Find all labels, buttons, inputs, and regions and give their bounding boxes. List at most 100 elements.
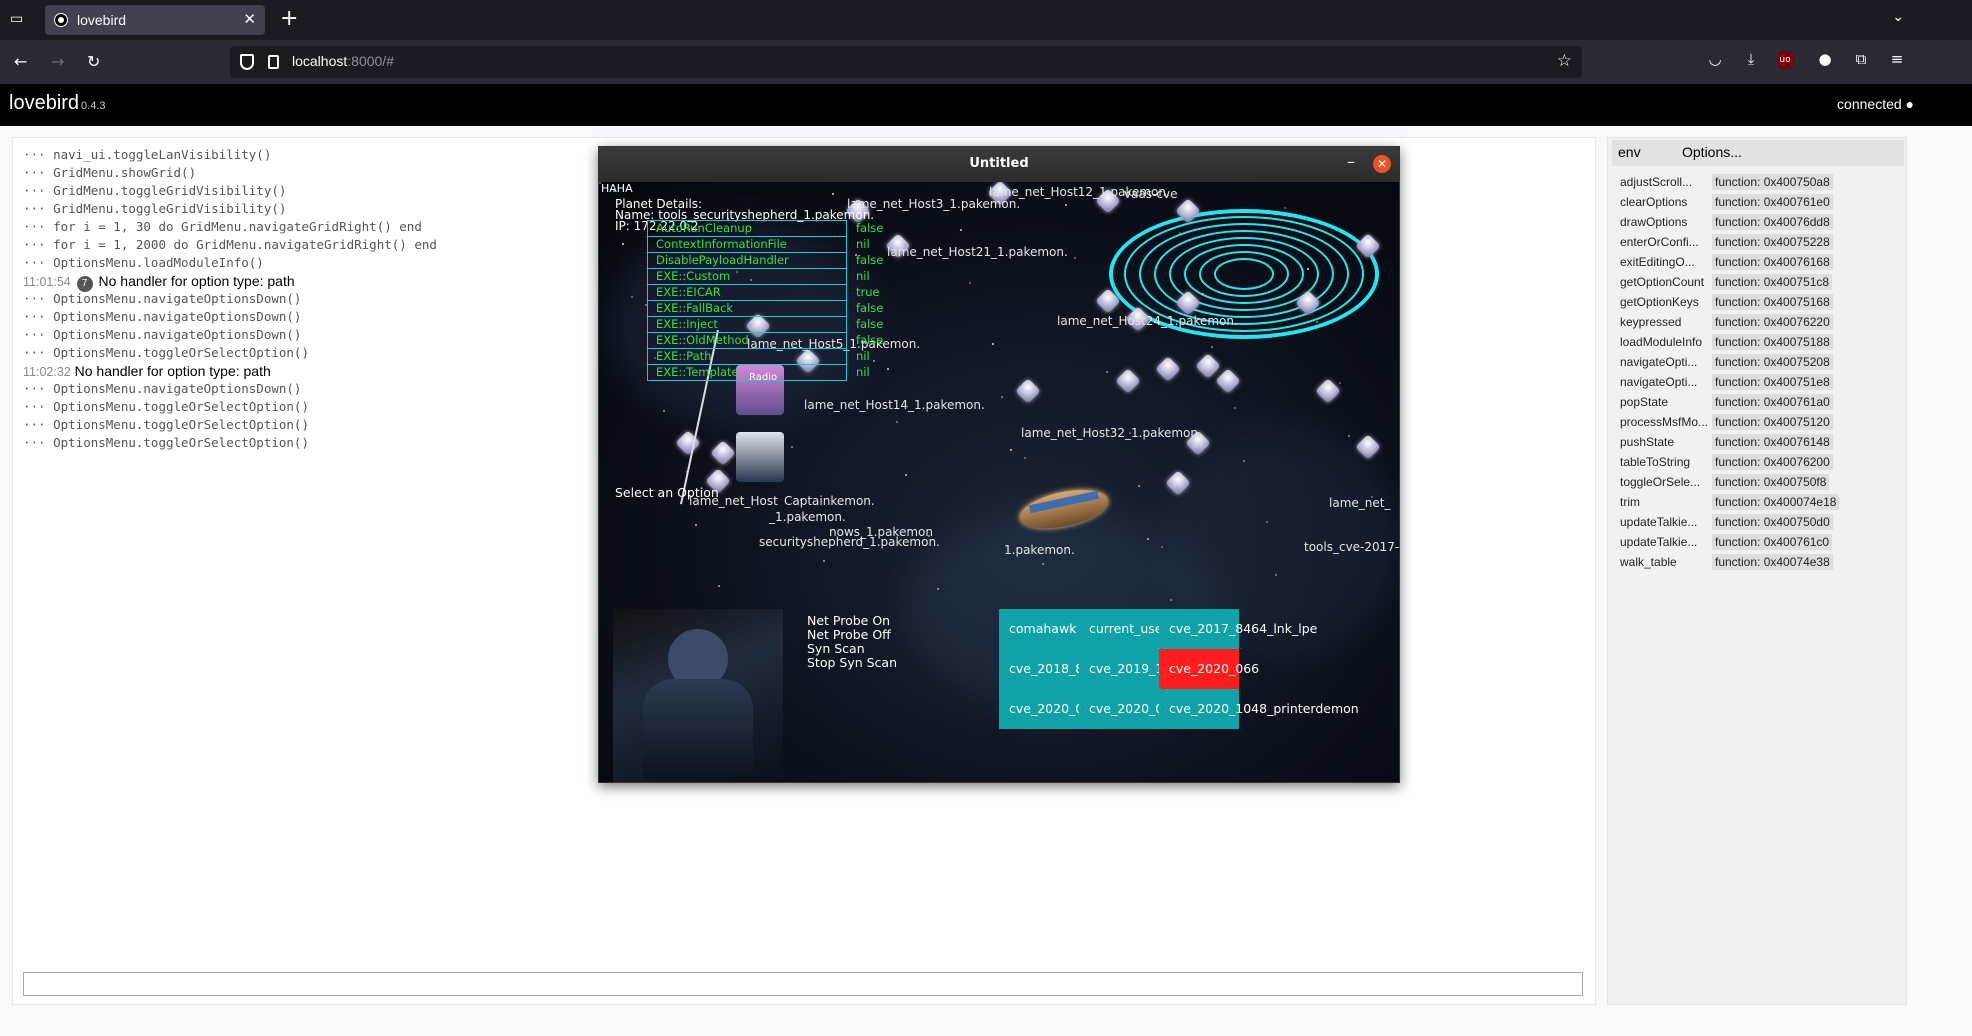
host-label[interactable]: tools_cve-2017- — [1304, 540, 1399, 554]
back-icon[interactable]: ← — [14, 52, 27, 71]
reload-icon[interactable]: ↻ — [87, 52, 100, 71]
minimize-icon[interactable]: – — [1347, 152, 1355, 171]
module-option[interactable]: EXE::Inject — [647, 316, 847, 333]
extension-avatar-icon[interactable]: ● — [1815, 50, 1835, 70]
planet-icon[interactable] — [1315, 378, 1341, 404]
module-option[interactable]: EXE::Path — [647, 348, 847, 365]
env-value[interactable]: function: 0x40076220 — [1712, 314, 1833, 330]
env-value[interactable]: function: 0x40075188 — [1712, 334, 1833, 350]
module-option[interactable]: EXE::OldMethod — [647, 332, 847, 349]
env-value[interactable]: function: 0x400750d0 — [1712, 514, 1833, 530]
planet-icon[interactable] — [1115, 368, 1141, 394]
env-row[interactable]: tableToString function: 0x40076200 — [1620, 453, 1900, 473]
probe-item[interactable]: Net Probe On — [807, 614, 897, 628]
planet-icon[interactable] — [1015, 378, 1041, 404]
env-row[interactable]: trim function: 0x400074e18 — [1620, 493, 1900, 513]
env-value[interactable]: function: 0x40074e38 — [1712, 554, 1833, 570]
module-option[interactable]: EXE::EICAR — [647, 284, 847, 301]
grid-cell[interactable]: cve_2020_1048_printerdemon — [1159, 689, 1359, 729]
env-value[interactable]: function: 0x40076148 — [1712, 434, 1833, 450]
module-option[interactable]: DisablePayloadHandler — [647, 252, 847, 269]
host-label[interactable]: lame_net_Host21_1.pakemon. — [887, 245, 1068, 259]
probe-item[interactable]: Stop Syn Scan — [807, 656, 897, 670]
close-window-icon[interactable]: ✕ — [1373, 155, 1391, 173]
host-label[interactable]: 1.pakemon. — [1004, 543, 1075, 557]
env-row[interactable]: toggleOrSele... function: 0x400750f8 — [1620, 473, 1900, 493]
host-label[interactable]: lame_net_Host32_1.pakemon. — [1021, 426, 1202, 440]
env-row[interactable]: keypressed function: 0x40076220 — [1620, 313, 1900, 333]
env-row[interactable]: updateTalkie... function: 0x400750d0 — [1620, 513, 1900, 533]
planet-icon[interactable] — [1195, 353, 1221, 379]
env-row[interactable]: navigateOpti... function: 0x40075208 — [1620, 353, 1900, 373]
env-value[interactable]: function: 0x40076168 — [1712, 254, 1833, 270]
env-value[interactable]: function: 0x400751c8 — [1712, 274, 1833, 290]
bookmark-star-icon[interactable]: ☆ — [1557, 51, 1572, 71]
grid-cell[interactable]: cve_2017_8464_lnk_lpe — [1159, 609, 1317, 649]
env-row[interactable]: walk_table function: 0x40074e38 — [1620, 553, 1900, 573]
game-canvas[interactable]: lame_net_Host3_1.pakemon. lame_net_Host1… — [599, 182, 1399, 782]
env-row[interactable]: enterOrConfi... function: 0x40075228 — [1620, 233, 1900, 253]
env-row[interactable]: clearOptions function: 0x400761e0 — [1620, 193, 1900, 213]
chevron-down-icon[interactable]: ⌄ — [1892, 9, 1904, 25]
grid-cell[interactable]: cve_2020_0796 — [1079, 689, 1187, 729]
spaceship[interactable] — [1004, 482, 1114, 537]
planet-icon[interactable] — [675, 430, 701, 456]
env-value[interactable]: function: 0x40075120 — [1712, 414, 1833, 430]
grid-cell[interactable]: cve_2019_145 — [1079, 649, 1179, 689]
module-option[interactable]: ContextInformationFile — [647, 236, 847, 253]
pocket-icon[interactable]: ◡ — [1705, 50, 1725, 70]
forward-icon[interactable]: → — [51, 52, 64, 71]
host-label[interactable]: securityshepherd_1.pakemon. — [759, 535, 940, 549]
page-icon[interactable] — [268, 55, 279, 69]
new-tab-icon[interactable]: + — [280, 6, 298, 31]
console-input[interactable] — [23, 972, 1583, 996]
env-value[interactable]: function: 0x40076200 — [1712, 454, 1833, 470]
env-value[interactable]: function: 0x400761c0 — [1712, 534, 1833, 550]
host-label[interactable]: vaas-cve — [1124, 187, 1177, 201]
env-value[interactable]: function: 0x40075208 — [1712, 354, 1833, 370]
module-option[interactable]: EXE::Custom — [647, 268, 847, 285]
env-row[interactable]: pushState function: 0x40076148 — [1620, 433, 1900, 453]
env-value[interactable]: function: 0x400761a0 — [1712, 394, 1833, 410]
probe-item[interactable]: Syn Scan — [807, 642, 897, 656]
grid-cell[interactable]: comahawk — [999, 609, 1079, 649]
env-row[interactable]: getOptionCount function: 0x400751c8 — [1620, 273, 1900, 293]
env-value[interactable]: function: 0x400751e8 — [1712, 374, 1833, 390]
tab-options[interactable]: Options... — [1682, 144, 1742, 160]
env-row[interactable]: navigateOpti... function: 0x400751e8 — [1620, 373, 1900, 393]
shield-icon[interactable] — [240, 54, 254, 70]
grid-cell[interactable]: cve_2018_8453 — [999, 649, 1107, 689]
download-icon[interactable]: ⤓ — [1741, 50, 1761, 70]
ublock-icon[interactable]: uo — [1777, 52, 1793, 68]
env-value[interactable]: function: 0x400750f8 — [1712, 474, 1830, 490]
grid-cell[interactable]: cve_2020_0787 — [999, 689, 1107, 729]
planet-icon[interactable] — [1215, 368, 1241, 394]
module-option[interactable]: EXE::Template — [647, 364, 847, 381]
planet-icon[interactable] — [1355, 434, 1381, 460]
module-option[interactable]: AutoRunCleanup — [647, 220, 847, 237]
env-row[interactable]: popState function: 0x400761a0 — [1620, 393, 1900, 413]
browser-tab[interactable]: lovebird ✕ — [45, 5, 265, 35]
env-value[interactable]: function: 0x400074e18 — [1712, 494, 1840, 510]
host-label[interactable]: lame_net_Host14_1.pakemon. — [804, 398, 985, 412]
env-row[interactable]: exitEditingO... function: 0x40076168 — [1620, 253, 1900, 273]
env-value[interactable]: function: 0x400761e0 — [1712, 194, 1833, 210]
probe-item[interactable]: Net Probe Off — [807, 628, 897, 642]
env-row[interactable]: processMsfMo... function: 0x40075120 — [1620, 413, 1900, 433]
planet-icon[interactable] — [1155, 356, 1181, 382]
url-bar[interactable]: localhost:8000/# ☆ — [230, 46, 1582, 78]
tab-env[interactable]: env — [1618, 144, 1641, 160]
grid-cell[interactable]: cve_2020_066 — [1159, 649, 1259, 689]
extensions-icon[interactable]: ⧉ — [1851, 50, 1871, 70]
env-value[interactable]: function: 0x40075168 — [1712, 294, 1833, 310]
game-titlebar[interactable]: Untitled – ✕ — [599, 147, 1399, 182]
host-label[interactable]: Captainkemon. — [784, 494, 875, 508]
menu-icon[interactable]: ≡ — [1887, 50, 1907, 70]
host-label[interactable]: _1.pakemon. — [769, 510, 846, 524]
host-label[interactable]: lame_net_Host24_1.pakemon. — [1057, 314, 1238, 328]
env-value[interactable]: function: 0x400750a8 — [1712, 174, 1833, 190]
close-tab-icon[interactable]: ✕ — [243, 10, 256, 28]
env-row[interactable]: getOptionKeys function: 0x40075168 — [1620, 293, 1900, 313]
env-row[interactable]: drawOptions function: 0x40076dd8 — [1620, 213, 1900, 233]
env-value[interactable]: function: 0x40075228 — [1712, 234, 1833, 250]
